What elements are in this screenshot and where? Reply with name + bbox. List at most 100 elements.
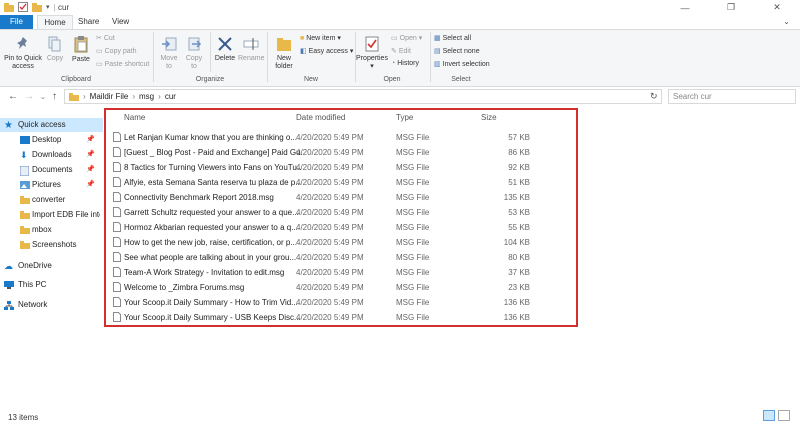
file-size: 80 KB (508, 253, 530, 262)
details-view-icon[interactable] (763, 410, 775, 421)
minimize-button[interactable]: — (662, 0, 708, 15)
invert-selection-button[interactable]: ▥ Invert selection (434, 60, 490, 69)
delete-button[interactable]: Delete (213, 36, 237, 63)
cut-button[interactable]: ✂ Cut (96, 34, 115, 43)
table-row[interactable]: Team-A Work Strategy - Invitation to edi… (106, 265, 576, 280)
nav-item-this-pc[interactable]: This PC (0, 278, 103, 292)
easy-access-icon: ◧ (300, 48, 307, 55)
file-size: 51 KB (508, 178, 530, 187)
document-icon (113, 312, 121, 322)
tab-view[interactable]: View (112, 15, 129, 29)
tab-file[interactable]: File (0, 15, 33, 29)
breadcrumb-msg[interactable]: msg (139, 92, 154, 101)
copy-path-button[interactable]: ▭ Copy path (96, 47, 137, 56)
toolbar-dropdown-icon[interactable]: ▾ (46, 3, 50, 11)
file-type: MSG File (396, 238, 430, 247)
documents-icon (20, 166, 29, 176)
nav-item-screenshots[interactable]: Screenshots (0, 238, 103, 252)
properties-check-icon[interactable] (18, 2, 28, 12)
copy-to-button[interactable]: Copy to (183, 36, 205, 71)
nav-item-documents[interactable]: Documents 📌 (0, 163, 103, 177)
file-name: Team-A Work Strategy - Invitation to edi… (124, 268, 285, 277)
nav-item-desktop[interactable]: Desktop 📌 (0, 133, 103, 147)
move-to-button[interactable]: Move to (158, 36, 180, 71)
new-item-button[interactable]: ■ New item ▾ (300, 34, 341, 43)
table-row[interactable]: Garrett Schultz requested your answer to… (106, 205, 576, 220)
ribbon-collapse-icon[interactable]: ⌄ (783, 17, 790, 26)
table-row[interactable]: [Guest _ Blog Post - Paid and Exchange] … (106, 145, 576, 160)
scissors-icon: ✂ (96, 35, 102, 42)
table-row[interactable]: Let Ranjan Kumar know that you are think… (106, 130, 576, 145)
table-row[interactable]: 8 Tactics for Turning Viewers into Fans … (106, 160, 576, 175)
history-button[interactable]: ◔ History (391, 60, 419, 67)
large-icons-view-icon[interactable] (778, 410, 790, 421)
nav-item-import-edb[interactable]: Import EDB File into (0, 208, 103, 222)
open-button[interactable]: ▭ Open ▾ (391, 34, 422, 43)
breadcrumb-cur[interactable]: cur (165, 92, 176, 101)
close-button[interactable]: ✕ (754, 0, 800, 15)
file-date: 4/20/2020 5:49 PM (296, 148, 364, 157)
address-path[interactable]: › Maildir File › msg › cur (64, 89, 662, 104)
pin-icon: 📌 (86, 136, 95, 143)
table-row[interactable]: Connectivity Benchmark Report 2018.msg 4/… (106, 190, 576, 205)
nav-label: OneDrive (18, 261, 52, 270)
copy-icon (48, 36, 61, 52)
table-row[interactable]: How to get the new job, raise, certifica… (106, 235, 576, 250)
refresh-icon[interactable]: ↻ (650, 91, 658, 102)
select-none-button[interactable]: ▤ Select none (434, 47, 480, 56)
column-header-size[interactable]: Size (481, 113, 497, 122)
table-row[interactable]: Welcome to _Zimbra Forums.msg 4/20/2020 5… (106, 280, 576, 295)
file-type: MSG File (396, 313, 430, 322)
maximize-button[interactable]: ❐ (708, 0, 754, 15)
properties-button[interactable]: Properties ▾ (356, 36, 388, 71)
paste-shortcut-icon: ▭ (96, 61, 103, 68)
properties-label: Properties (356, 55, 388, 62)
ribbon-tabs: File Home Share View ⌄ (0, 15, 800, 29)
nav-item-network[interactable]: Network (0, 298, 103, 312)
tab-share[interactable]: Share (78, 15, 99, 29)
nav-item-mbox[interactable]: mbox (0, 223, 103, 237)
new-folder-icon[interactable] (32, 2, 42, 12)
nav-item-quick-access[interactable]: ★ Quick access (0, 118, 103, 132)
table-row[interactable]: See what people are talking about in you… (106, 250, 576, 265)
pin-label: Pin to Quick access (4, 55, 42, 70)
search-input[interactable]: Search cur (668, 89, 796, 104)
new-folder-button[interactable]: New folder (270, 36, 298, 71)
tab-home[interactable]: Home (37, 15, 73, 29)
table-row[interactable]: Hormoz Akbarian requested your answer to… (106, 220, 576, 235)
copy-button[interactable]: Copy (44, 36, 66, 63)
rename-button[interactable]: Rename (238, 36, 264, 63)
star-icon: ★ (4, 120, 13, 131)
easy-access-label: Easy access (308, 47, 348, 55)
pin-to-quick-access-button[interactable]: Pin to Quick access (4, 36, 42, 71)
back-arrow-icon[interactable]: ← (8, 91, 18, 102)
recent-locations-chevron-icon[interactable]: ⌄ (40, 93, 46, 101)
open-label: Open (399, 34, 417, 42)
nav-item-onedrive[interactable]: ☁ OneDrive (0, 259, 103, 273)
file-date: 4/20/2020 5:49 PM (296, 268, 364, 277)
table-row[interactable]: Your Scoop.it Daily Summary - USB Keeps … (106, 310, 576, 325)
file-type: MSG File (396, 283, 430, 292)
nav-item-converter[interactable]: converter (0, 193, 103, 207)
column-header-name[interactable]: Name (124, 113, 145, 122)
paste-shortcut-button[interactable]: ▭ Paste shortcut (96, 60, 149, 69)
select-all-button[interactable]: ▦ Select all (434, 34, 471, 43)
document-icon (113, 282, 121, 292)
paste-button[interactable]: Paste (70, 36, 92, 64)
file-name: Welcome to _Zimbra Forums.msg (124, 283, 245, 292)
edit-button[interactable]: ✎ Edit (391, 47, 411, 56)
column-header-type[interactable]: Type (396, 113, 413, 122)
file-type: MSG File (396, 298, 430, 307)
up-arrow-icon[interactable]: ↑ (52, 91, 57, 102)
easy-access-button[interactable]: ◧ Easy access ▾ (300, 47, 353, 56)
table-row[interactable]: Your Scoop.it Daily Summary - How to Tri… (106, 295, 576, 310)
nav-item-downloads[interactable]: ⬇ Downloads 📌 (0, 148, 103, 162)
column-header-date[interactable]: Date modified (296, 113, 345, 122)
breadcrumb-maildir-file[interactable]: Maildir File (90, 92, 129, 101)
forward-arrow-icon[interactable]: → (24, 91, 34, 102)
nav-item-pictures[interactable]: Pictures 📌 (0, 178, 103, 192)
document-icon (113, 252, 121, 262)
file-type: MSG File (396, 178, 430, 187)
table-row[interactable]: Alfyie, esta Semana Santa reserva tu pla… (106, 175, 576, 190)
file-name: Alfyie, esta Semana Santa reserva tu pla… (124, 178, 302, 187)
